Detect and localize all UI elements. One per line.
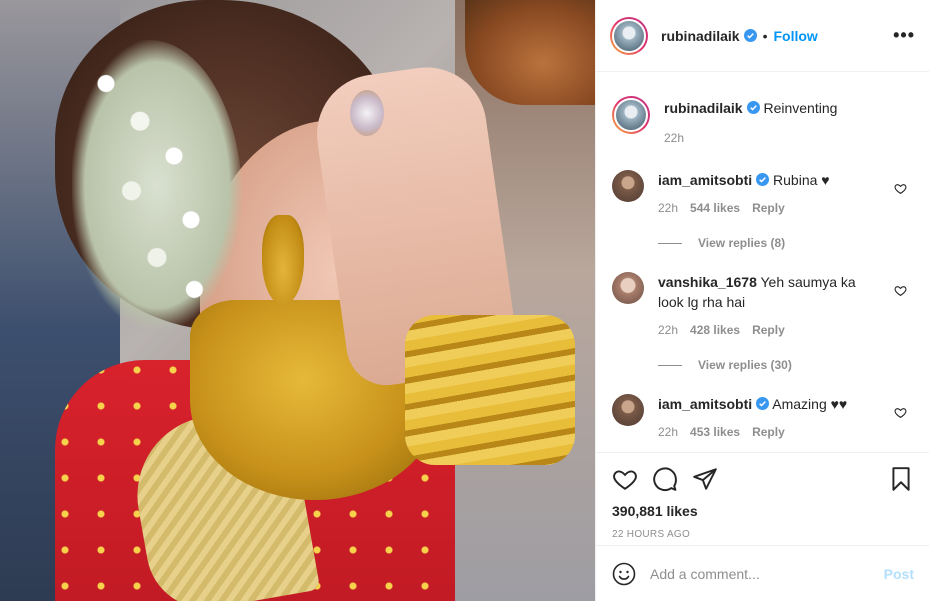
photo-gold-bangles xyxy=(405,315,575,465)
caption-text: Reinventing xyxy=(763,100,838,116)
verified-badge-icon xyxy=(746,101,760,114)
replies-divider xyxy=(658,364,682,366)
post-image[interactable] xyxy=(0,0,595,601)
comment-time[interactable]: 22h xyxy=(658,320,678,340)
view-replies-button[interactable]: View replies (8) xyxy=(658,236,913,250)
post-timestamp[interactable]: 22 HOURS AGO xyxy=(612,529,914,540)
more-options-icon[interactable]: ••• xyxy=(893,25,915,46)
comment-username[interactable]: iam_amitsobti xyxy=(658,172,752,188)
verified-badge-icon xyxy=(756,397,770,410)
photo-jhumka-earring xyxy=(262,215,304,305)
comments-list[interactable]: rubinadilaik Reinventing 22h iam_amitsob… xyxy=(596,72,929,452)
comment-likes[interactable]: 428 likes xyxy=(690,320,740,340)
reply-button[interactable]: Reply xyxy=(752,320,785,340)
comment-item: iam_amitsobti Rubina ♥ 22h 544 likes Rep… xyxy=(612,148,913,218)
comment-text: Rubina ♥ xyxy=(773,172,830,188)
commenter-avatar[interactable] xyxy=(612,394,644,426)
caption: rubinadilaik Reinventing 22h xyxy=(612,72,913,148)
author-avatar[interactable] xyxy=(610,16,648,55)
add-comment-bar: Post xyxy=(596,545,929,601)
like-comment-heart-icon[interactable] xyxy=(894,284,907,297)
comment-likes[interactable]: 453 likes xyxy=(690,422,740,442)
photo-clay-pot xyxy=(465,0,595,105)
caption-time[interactable]: 22h xyxy=(664,128,684,148)
like-heart-icon[interactable] xyxy=(612,466,638,492)
comment-time[interactable]: 22h xyxy=(658,198,678,218)
caption-avatar[interactable] xyxy=(612,96,650,134)
caption-username[interactable]: rubinadilaik xyxy=(664,100,743,116)
comment-likes[interactable]: 544 likes xyxy=(690,198,740,218)
share-paper-plane-icon[interactable] xyxy=(692,466,718,492)
reply-button[interactable]: Reply xyxy=(752,198,785,218)
commenter-avatar[interactable] xyxy=(612,170,644,202)
post-actions: 390,881 likes 22 HOURS AGO xyxy=(596,452,929,540)
comment-bubble-icon[interactable] xyxy=(652,466,678,492)
comment-username[interactable]: vanshika_1678 xyxy=(658,274,757,290)
verified-badge-icon xyxy=(743,29,757,42)
author-username[interactable]: rubinadilaik xyxy=(661,28,740,44)
follow-button[interactable]: Follow xyxy=(773,28,817,44)
like-comment-heart-icon[interactable] xyxy=(894,406,907,419)
comment-username[interactable]: iam_amitsobti xyxy=(658,396,752,412)
verified-badge-icon xyxy=(756,173,770,186)
view-replies-label: View replies (30) xyxy=(698,358,792,372)
post-sidebar: rubinadilaik • Follow ••• rubinadilaik R… xyxy=(595,0,929,601)
comment-text: Amazing ♥♥ xyxy=(772,396,848,412)
likes-count[interactable]: 390,881 likes xyxy=(612,503,914,519)
post-comment-button[interactable]: Post xyxy=(884,566,914,582)
separator-dot: • xyxy=(762,27,768,44)
view-replies-label: View replies (8) xyxy=(698,236,786,250)
comment-time[interactable]: 22h xyxy=(658,422,678,442)
view-replies-button[interactable]: View replies (30) xyxy=(658,358,913,372)
comment-item: vanshika_1678 Yeh saumya ka look lg rha … xyxy=(612,250,913,340)
comment-item: iam_amitsobti Amazing ♥♥ 22h 453 likes R… xyxy=(612,372,913,442)
replies-divider xyxy=(658,242,682,244)
post-header: rubinadilaik • Follow ••• xyxy=(596,0,929,72)
save-bookmark-icon[interactable] xyxy=(888,466,914,492)
reply-button[interactable]: Reply xyxy=(752,422,785,442)
comment-input[interactable] xyxy=(650,565,884,582)
like-comment-heart-icon[interactable] xyxy=(894,182,907,195)
commenter-avatar[interactable] xyxy=(612,272,644,304)
emoji-smiley-icon[interactable] xyxy=(612,562,636,586)
photo-ring xyxy=(350,90,384,136)
